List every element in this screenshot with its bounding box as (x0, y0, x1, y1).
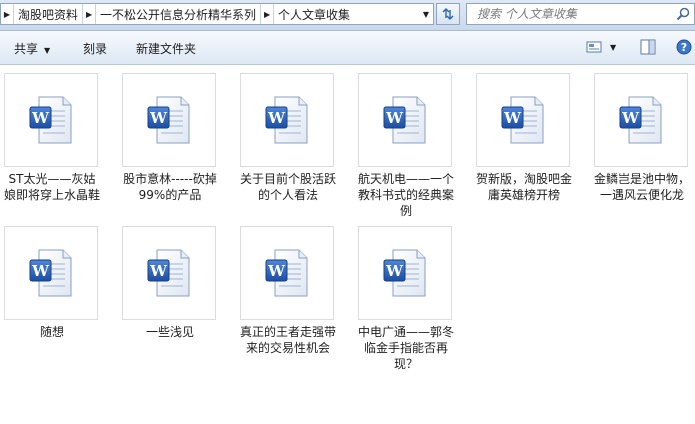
preview-pane-button[interactable] (640, 39, 656, 58)
breadcrumb-item-current[interactable]: 个人文章收集 (274, 6, 354, 23)
file-thumbnail[interactable]: W (476, 73, 570, 167)
file-thumbnail[interactable]: W (594, 73, 688, 167)
file-name[interactable]: 航天机电——一个教科书式的经典案例 (358, 171, 454, 219)
help-icon: ? (676, 39, 692, 55)
search-input[interactable] (475, 6, 669, 22)
file-item[interactable]: W 股市意林-----砍掉99%的产品 (122, 73, 218, 203)
svg-text:W: W (267, 262, 286, 280)
search-icon[interactable] (676, 7, 690, 21)
word-doc-icon: W (619, 96, 662, 144)
file-item[interactable]: W ST太光——灰姑娘即将穿上水晶鞋 (4, 73, 100, 203)
refresh-icon (442, 8, 454, 20)
chevron-down-icon: ▼ (44, 46, 51, 55)
address-row: ▶ 淘股吧资料 ▶ 一不松公开信息分析精华系列 ▶ 个人文章收集 ▼ (0, 0, 695, 31)
help-button[interactable]: ? (676, 39, 692, 58)
word-doc-icon: W (265, 249, 308, 297)
file-name[interactable]: 随想 (4, 324, 100, 340)
file-list: W ST太光——灰姑娘即将穿上水晶鞋 W 股市意林-----砍掉99%的产品 W 关于目前… (0, 65, 695, 424)
svg-text:W: W (385, 109, 404, 127)
file-item[interactable]: W 贺新版，淘股吧金庸英雄榜开榜 (476, 73, 572, 203)
svg-text:W: W (149, 262, 168, 280)
word-doc-icon: W (29, 96, 72, 144)
file-name[interactable]: 真正的王者走强带来的交易性机会 (240, 324, 336, 356)
word-doc-icon: W (383, 96, 426, 144)
svg-text:W: W (31, 109, 50, 127)
share-label: 共享 (14, 42, 39, 56)
file-item[interactable]: W 随想 (4, 226, 100, 340)
file-thumbnail[interactable]: W (122, 226, 216, 320)
file-name[interactable]: 金鳞岂是池中物，一遇风云便化龙 (594, 171, 690, 203)
word-doc-icon: W (147, 249, 190, 297)
word-doc-icon: W (265, 96, 308, 144)
file-name[interactable]: 贺新版，淘股吧金庸英雄榜开榜 (476, 171, 572, 203)
file-item[interactable]: W 中电广通——郭冬临金手指能否再现？ (358, 226, 454, 372)
new-folder-button[interactable]: 新建文件夹 (136, 40, 196, 57)
svg-text:W: W (621, 109, 640, 127)
file-item[interactable]: W 航天机电——一个教科书式的经典案例 (358, 73, 454, 219)
word-doc-icon: W (383, 249, 426, 297)
word-doc-icon: W (29, 249, 72, 297)
file-thumbnail[interactable]: W (4, 73, 98, 167)
address-dropdown-icon[interactable]: ▼ (419, 4, 433, 24)
file-name[interactable]: 中电广通——郭冬临金手指能否再现？ (358, 324, 454, 372)
file-item[interactable]: W 金鳞岂是池中物，一遇风云便化龙 (594, 73, 690, 203)
command-bar: 共享 ▼ 刻录 新建文件夹 ▼ ? (0, 31, 695, 65)
file-thumbnail[interactable]: W (122, 73, 216, 167)
word-doc-icon: W (147, 96, 190, 144)
svg-text:W: W (149, 109, 168, 127)
chevron-right-icon[interactable]: ▶ (260, 4, 275, 24)
file-thumbnail[interactable]: W (358, 73, 452, 167)
word-doc-icon: W (501, 96, 544, 144)
file-thumbnail[interactable]: W (4, 226, 98, 320)
file-name[interactable]: ST太光——灰姑娘即将穿上水晶鞋 (4, 171, 100, 203)
file-item[interactable]: W 一些浅见 (122, 226, 218, 340)
file-thumbnail[interactable]: W (240, 73, 334, 167)
file-item[interactable]: W 真正的王者走强带来的交易性机会 (240, 226, 336, 356)
svg-text:W: W (385, 262, 404, 280)
svg-text:W: W (267, 109, 286, 127)
chevron-right-icon[interactable]: ▶ (1, 4, 14, 24)
burn-button[interactable]: 刻录 (83, 40, 107, 57)
breadcrumb: ▶ 淘股吧资料 ▶ 一不松公开信息分析精华系列 ▶ 个人文章收集 (1, 4, 354, 24)
chevron-down-icon: ▼ (610, 42, 617, 52)
share-button[interactable]: 共享 ▼ (14, 40, 50, 57)
file-name[interactable]: 关于目前个股活跃的个人看法 (240, 171, 336, 203)
file-item[interactable]: W 关于目前个股活跃的个人看法 (240, 73, 336, 203)
svg-text:W: W (31, 262, 50, 280)
file-name[interactable]: 一些浅见 (122, 324, 218, 340)
refresh-button[interactable] (436, 3, 460, 25)
address-bar[interactable]: ▶ 淘股吧资料 ▶ 一不松公开信息分析精华系列 ▶ 个人文章收集 ▼ (0, 3, 434, 25)
chevron-right-icon[interactable]: ▶ (82, 4, 97, 24)
breadcrumb-item[interactable]: 一不松公开信息分析精华系列 (96, 6, 260, 23)
file-name[interactable]: 股市意林-----砍掉99%的产品 (122, 171, 218, 203)
svg-text:?: ? (681, 41, 687, 54)
breadcrumb-item[interactable]: 淘股吧资料 (14, 6, 82, 23)
view-icon (586, 41, 602, 53)
file-thumbnail[interactable]: W (240, 226, 334, 320)
svg-text:W: W (503, 109, 522, 127)
change-view-button[interactable]: ▼ (586, 38, 624, 56)
search-box (466, 3, 695, 25)
file-thumbnail[interactable]: W (358, 226, 452, 320)
preview-pane-icon (640, 39, 656, 55)
